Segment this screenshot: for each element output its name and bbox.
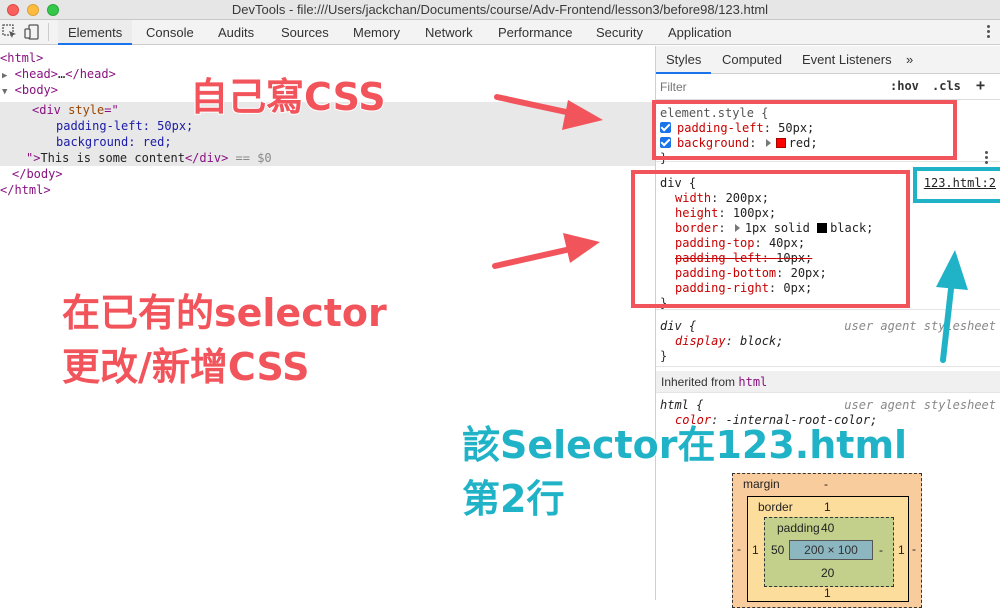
annotation-box-div-rule xyxy=(631,170,910,308)
styles-filter-input[interactable] xyxy=(660,78,870,96)
dom-div-open[interactable]: <div style=" xyxy=(32,102,119,118)
body-close-tag: </body> xyxy=(12,167,63,181)
tab-event-listeners[interactable]: Event Listeners xyxy=(792,46,902,74)
class-toggle-button[interactable]: .cls xyxy=(932,79,961,93)
div-close-tag: </div> xyxy=(184,151,229,165)
tab-console[interactable]: Console xyxy=(136,20,204,45)
tab-security[interactable]: Security xyxy=(586,20,653,45)
box-model-border[interactable]: border 1 1 1 1 padding 40 50 - 20 200 × … xyxy=(747,496,909,602)
ua-prop-display: display: block; xyxy=(675,334,784,348)
toolbar-divider xyxy=(48,23,49,41)
margin-right-value[interactable]: - xyxy=(912,542,916,556)
new-rule-button[interactable]: + xyxy=(976,76,985,94)
tab-sources[interactable]: Sources xyxy=(271,20,339,45)
padding-top-value[interactable]: 40 xyxy=(821,521,834,535)
padding-label: padding xyxy=(777,521,820,535)
tab-computed[interactable]: Computed xyxy=(712,46,792,74)
styles-filter-bar: :hov .cls + xyxy=(656,74,1000,100)
devtools-toolbar: Elements Console Audits Sources Memory N… xyxy=(0,20,1000,45)
box-model-margin[interactable]: margin - - - border 1 1 1 1 padding 40 5… xyxy=(732,473,922,608)
margin-label: margin xyxy=(743,477,780,491)
inherited-element-link[interactable]: html xyxy=(738,375,767,389)
dom-div-content[interactable]: ">This is some content</div> == $0 xyxy=(26,150,272,166)
html-close-tag: </html> xyxy=(0,183,51,197)
body-tag: <body> xyxy=(14,83,59,97)
padding-bottom-value[interactable]: 20 xyxy=(821,566,834,580)
dom-body-open[interactable]: ▼ <body> xyxy=(2,82,58,100)
inspect-element-icon[interactable] xyxy=(2,24,18,40)
box-model-padding[interactable]: padding 40 50 - 20 200 × 100 xyxy=(764,517,894,587)
padding-left-value[interactable]: 50 xyxy=(771,543,784,557)
box-model-content[interactable]: 200 × 100 xyxy=(789,540,873,560)
annotation-existing-selector-line1: 在已有的selector xyxy=(61,290,388,336)
html-tag: <html> xyxy=(0,51,44,65)
more-tabs-button[interactable]: » xyxy=(896,46,923,74)
collapse-triangle-icon[interactable]: ▼ xyxy=(2,87,7,97)
devtools-menu-icon[interactable] xyxy=(986,24,990,40)
dom-html-open[interactable]: <html> xyxy=(0,50,43,66)
window-titlebar: DevTools - file:///Users/jackchan/Docume… xyxy=(0,0,1000,20)
border-right-value[interactable]: 1 xyxy=(898,543,905,557)
annotation-existing-selector-line2: 更改/新增CSS xyxy=(61,344,311,390)
annotation-selector-location-line2: 第2行 xyxy=(461,476,565,522)
div-text-content: This is some content xyxy=(40,151,185,165)
box-model-diagram: margin - - - border 1 1 1 1 padding 40 5… xyxy=(732,473,922,608)
prop-value: block; xyxy=(740,334,784,348)
device-toolbar-icon[interactable] xyxy=(24,24,40,40)
hover-state-button[interactable]: :hov xyxy=(890,79,919,93)
dom-style-line-2: background: red; xyxy=(56,134,172,150)
tab-audits[interactable]: Audits xyxy=(208,20,264,45)
tab-network[interactable]: Network xyxy=(415,20,483,45)
rule-menu-icon[interactable] xyxy=(984,150,988,166)
border-left-value[interactable]: 1 xyxy=(752,543,759,557)
prop-name: display xyxy=(675,334,726,348)
tab-performance[interactable]: Performance xyxy=(488,20,582,45)
dom-style-line-1: padding-left: 50px; xyxy=(56,118,193,134)
annotation-write-css: 自己寫CSS xyxy=(189,74,387,120)
annotation-selector-location-line1: 該Selector在123.html xyxy=(461,422,908,468)
head-close-tag: </head> xyxy=(65,67,116,81)
sidebar-tabs: Styles Computed Event Listeners » xyxy=(656,46,1000,74)
dom-body-close[interactable]: </body> xyxy=(12,166,63,182)
padding-right-value[interactable]: - xyxy=(879,543,883,557)
tab-application[interactable]: Application xyxy=(658,20,742,45)
inherited-label: Inherited from xyxy=(661,375,739,389)
attr-close-quote: "> xyxy=(26,151,41,165)
div-open-tag: <div xyxy=(32,103,69,117)
margin-left-value[interactable]: - xyxy=(737,542,741,556)
selected-node-marker: == $0 xyxy=(228,151,272,165)
annotation-box-element-style xyxy=(652,100,957,160)
attr-equals: =" xyxy=(104,103,119,117)
ua-div-rule: div { user agent stylesheet display: blo… xyxy=(656,317,1000,367)
window-title: DevTools - file:///Users/jackchan/Docume… xyxy=(231,2,769,17)
style-value-2: background: red; xyxy=(56,135,172,149)
div-style-attr: style xyxy=(68,103,105,117)
inherited-from-header: Inherited from html xyxy=(656,371,1000,393)
dom-html-close[interactable]: </html> xyxy=(0,182,51,198)
ua-stylesheet-label: user agent stylesheet xyxy=(844,398,996,412)
border-bottom-value[interactable]: 1 xyxy=(824,586,831,600)
head-tag: <head> xyxy=(14,67,59,81)
style-value-1: padding-left: 50px; xyxy=(56,119,194,133)
tab-styles[interactable]: Styles xyxy=(656,46,712,74)
ua-stylesheet-label: user agent stylesheet xyxy=(844,319,996,333)
border-label: border xyxy=(758,500,793,514)
tab-memory[interactable]: Memory xyxy=(343,20,410,45)
margin-top-value[interactable]: - xyxy=(824,477,828,491)
expand-triangle-icon[interactable]: ▶ xyxy=(2,71,7,81)
tab-elements[interactable]: Elements xyxy=(58,20,133,45)
border-top-value[interactable]: 1 xyxy=(824,500,831,514)
rule-close-brace: } xyxy=(660,349,668,363)
annotation-box-source-link xyxy=(913,167,1000,203)
